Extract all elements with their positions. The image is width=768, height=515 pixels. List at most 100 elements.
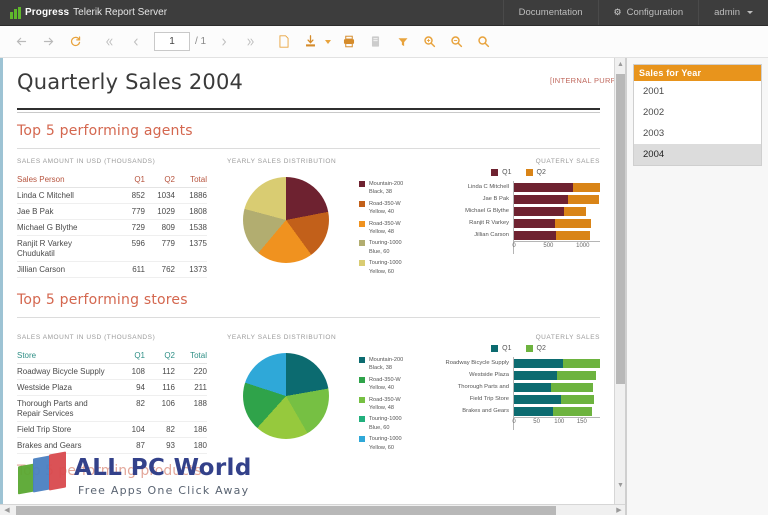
forward-button[interactable] xyxy=(35,29,62,55)
cell-total: 211 xyxy=(175,379,207,396)
axis-tick: 500 xyxy=(543,243,554,249)
report-horizontal-scrollbar[interactable]: ◀ ▶ xyxy=(0,504,625,515)
cell-q2: 809 xyxy=(145,219,175,236)
legend-label: Road-350-W Yellow, 48 xyxy=(369,220,401,235)
print-button[interactable] xyxy=(335,29,362,55)
nav-user-menu[interactable]: admin xyxy=(698,0,768,25)
bar-row xyxy=(514,369,600,381)
table-row: Field Trip Store 104 82 186 xyxy=(17,421,207,438)
bar-category-label: Brakes and Gears xyxy=(462,408,509,414)
refresh-button[interactable] xyxy=(62,29,89,55)
legend-swatch-icon xyxy=(359,376,365,383)
bar-category-label: Thorough Parts and xyxy=(457,384,509,390)
bar-category-label: Jillian Carson xyxy=(474,232,509,238)
next-page-button[interactable] xyxy=(210,29,237,55)
section-products-title: Top 5 performing products xyxy=(17,463,202,479)
bar-row xyxy=(514,193,600,205)
section-agents-columns: SALES AMOUNT IN USD (THOUSANDS) Sales Pe… xyxy=(17,158,600,278)
zoom-out-button[interactable] xyxy=(443,29,470,55)
cell-q2: 1034 xyxy=(145,187,175,204)
bar-segment-q2 xyxy=(572,182,600,192)
legend-item-q1: Q1 xyxy=(491,345,512,352)
stores-table-block: SALES AMOUNT IN USD (THOUSANDS) Store Q1… xyxy=(17,334,227,454)
bar-segment-q1 xyxy=(514,182,573,192)
scroll-right-arrow-icon[interactable]: ▶ xyxy=(612,505,625,515)
bar-segment-q1 xyxy=(514,394,562,404)
cell-q1: 729 xyxy=(115,219,145,236)
nav-configuration[interactable]: ⚙ Configuration xyxy=(597,0,699,25)
page-setup-icon[interactable] xyxy=(270,29,297,55)
scroll-down-arrow-icon[interactable]: ▼ xyxy=(615,479,625,493)
stores-col-name: Store xyxy=(17,349,115,364)
parameter-option-2003[interactable]: 2003 xyxy=(634,123,761,144)
agents-pie-legend: Mountain-200 Black, 38 Road-350-W Yellow, … xyxy=(359,180,403,279)
legend-label: Touring-1000 Yellow, 60 xyxy=(369,436,402,451)
agents-pie-caption: YEARLY SALES DISTRIBUTION xyxy=(227,158,337,165)
bar-category-label: Linda C Mitchell xyxy=(467,184,509,190)
back-button[interactable] xyxy=(8,29,35,55)
top-navigation: Documentation ⚙ Configuration admin xyxy=(502,0,768,25)
bar-segment-q1 xyxy=(514,206,565,216)
legend-swatch-icon xyxy=(359,181,365,187)
agents-bar-chart: Q1 Q2 Linda C Mitchell Jae B Pak Michael… xyxy=(437,169,600,254)
stores-pie-chart xyxy=(243,353,329,439)
legend-swatch-icon xyxy=(359,240,365,247)
zoom-in-button[interactable] xyxy=(416,29,443,55)
stores-bar-chart: Q1 Q2 Roadway Bicycle Supply Westside Pl… xyxy=(437,345,600,430)
cell-name: Brakes and Gears xyxy=(17,437,115,454)
bar-row xyxy=(514,205,600,217)
cell-name: Ranjit R Varkey Chudukatil xyxy=(17,235,115,262)
nav-documentation[interactable]: Documentation xyxy=(502,0,598,25)
report-vertical-scrollbar[interactable]: ▲ ▼ xyxy=(614,58,625,504)
table-row: Thorough Parts and Repair Services 82 10… xyxy=(17,395,207,422)
legend-label: Road-350-W Yellow, 40 xyxy=(369,376,401,392)
horizontal-scroll-thumb[interactable] xyxy=(16,506,556,515)
legend-label: Touring-1000 Yellow, 60 xyxy=(369,260,402,275)
cell-q1: 108 xyxy=(115,363,145,380)
section-stores: Top 5 performing stores SALES AMOUNT IN … xyxy=(17,292,600,454)
stores-col-total: Total xyxy=(175,349,207,364)
report-content: Quarterly Sales 2004 [INTERNAL PURP Top … xyxy=(3,58,616,454)
export-button[interactable] xyxy=(297,29,335,55)
stores-pie-caption: YEARLY SALES DISTRIBUTION xyxy=(227,334,337,341)
legend-item: Touring-1000 Yellow, 60 xyxy=(359,259,403,276)
cell-total: 220 xyxy=(175,363,207,380)
page-number-input[interactable]: 1 xyxy=(154,32,190,51)
parameter-option-2001[interactable]: 2001 xyxy=(634,81,761,102)
scroll-left-arrow-icon[interactable]: ◀ xyxy=(0,505,14,515)
agents-bars: 0 500 1000 xyxy=(512,181,600,254)
gear-icon: ⚙ xyxy=(613,7,622,17)
prev-page-button[interactable] xyxy=(122,29,149,55)
bar-segment-q2 xyxy=(564,206,586,216)
bar-row xyxy=(514,405,600,417)
legend-swatch-icon xyxy=(359,436,365,443)
legend-item: Touring-1000 Blue, 60 xyxy=(359,239,403,256)
cell-total: 188 xyxy=(175,395,207,422)
document-map-button[interactable] xyxy=(362,29,389,55)
filter-parameters-button[interactable] xyxy=(389,29,416,55)
parameter-option-2004[interactable]: 2004 xyxy=(634,144,761,165)
cell-q2: 116 xyxy=(145,379,175,396)
vertical-scroll-thumb[interactable] xyxy=(616,74,625,384)
nav-configuration-label: Configuration xyxy=(626,7,684,18)
cell-q2: 762 xyxy=(145,261,175,278)
cell-total: 180 xyxy=(175,437,207,454)
stores-pie-block: YEARLY SALES DISTRIBUTION Mountain-200 Bl… xyxy=(227,334,437,454)
first-page-button[interactable] xyxy=(95,29,122,55)
bar-segment-q2 xyxy=(551,382,593,392)
export-caret-down-icon xyxy=(325,39,332,44)
parameter-option-2002[interactable]: 2002 xyxy=(634,102,761,123)
bar-category-label: Jae B Pak xyxy=(482,196,509,202)
search-button[interactable] xyxy=(470,29,497,55)
bar-row xyxy=(514,381,600,393)
table-row: Brakes and Gears 87 93 180 xyxy=(17,437,207,454)
bar-segment-q2 xyxy=(561,394,594,404)
last-page-button[interactable] xyxy=(237,29,264,55)
scroll-up-arrow-icon[interactable]: ▲ xyxy=(615,58,625,72)
bar-segment-q1 xyxy=(514,218,556,228)
brand-product-name: Telerik Report Server xyxy=(73,7,168,18)
bar-segment-q2 xyxy=(553,406,592,416)
legend-swatch-icon xyxy=(491,169,499,176)
legend-label: Q1 xyxy=(502,345,512,352)
brand-name: Progress xyxy=(25,7,70,18)
